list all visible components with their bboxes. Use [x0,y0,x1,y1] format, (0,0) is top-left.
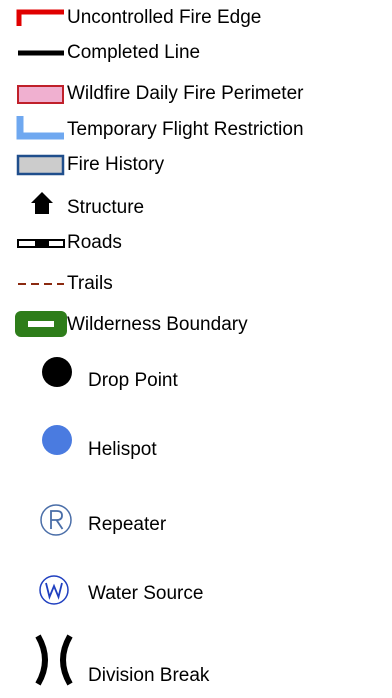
legend-label: Wilderness Boundary [67,314,248,335]
legend-item-division-break: Division Break [0,624,392,698]
legend-label: Uncontrolled Fire Edge [67,7,262,28]
legend-item-water-source: Water Source [0,556,392,624]
legend-label: Water Source [88,583,204,604]
legend-label: Temporary Flight Restriction [67,119,304,140]
legend-label: Helispot [88,439,157,460]
legend-label: Fire History [67,154,165,175]
helispot-icon [42,425,72,455]
legend-item-completed-line: Completed Line [0,34,392,70]
fire-perimeter-icon [17,85,64,104]
repeater-icon [40,504,72,536]
legend-item-fire-history: Fire History [0,144,392,182]
legend-label: Structure [67,197,145,218]
drop-point-icon [42,357,72,387]
legend-item-wilderness-boundary: Wilderness Boundary [0,300,392,340]
water-source-icon [39,575,69,605]
legend-item-fire-perimeter: Wildfire Daily Fire Perimeter [0,70,392,106]
roads-icon [17,239,65,248]
legend-item-uncontrolled-fire-edge: Uncontrolled Fire Edge [0,0,392,34]
legend-label: Drop Point [88,370,178,391]
legend-label: Repeater [88,514,167,535]
legend-item-repeater: Repeater [0,482,392,556]
legend-label: Roads [67,232,122,253]
uncontrolled-fire-edge-icon [16,9,64,26]
completed-line-icon [18,50,64,56]
legend-item-flight-restriction: Temporary Flight Restriction [0,106,392,144]
flight-restriction-icon [16,116,64,140]
legend-label: Completed Line [67,42,201,63]
legend-label: Trails [67,273,113,294]
legend-item-roads: Roads [0,224,392,262]
legend-label: Division Break [88,665,210,686]
fire-history-icon [16,154,65,176]
legend-item-drop-point: Drop Point [0,340,392,410]
trails-icon [18,283,64,285]
legend-label: Wildfire Daily Fire Perimeter [67,83,304,104]
division-break-icon [35,634,73,686]
legend-item-helispot: Helispot [0,410,392,482]
structure-icon [31,192,53,214]
legend-item-trails: Trails [0,262,392,300]
legend-item-structure: Structure [0,182,392,224]
wilderness-boundary-icon [15,311,67,337]
